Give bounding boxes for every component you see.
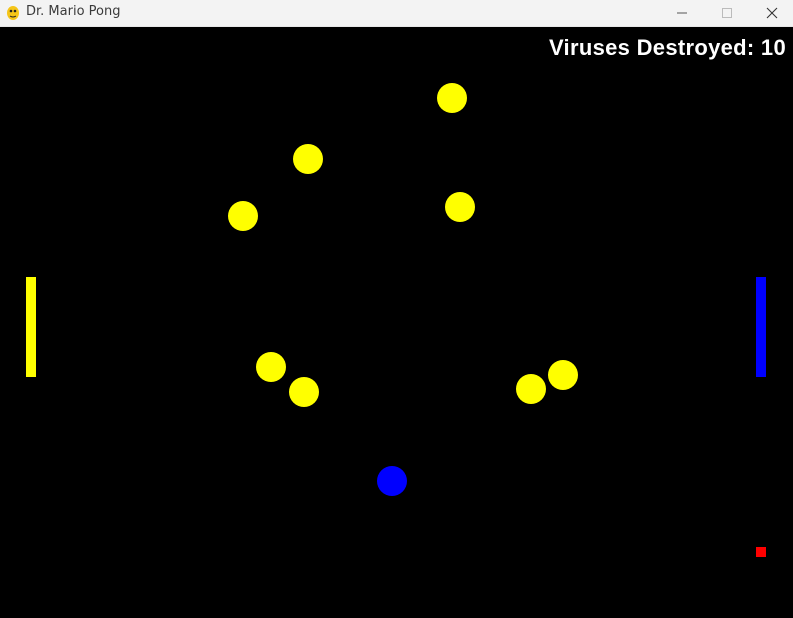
virus <box>293 144 323 174</box>
python-snake-icon <box>7 6 19 20</box>
virus <box>548 360 578 390</box>
virus <box>445 192 475 222</box>
virus <box>256 352 286 382</box>
right-paddle <box>756 277 766 377</box>
minimize-icon <box>677 12 687 14</box>
maximize-icon <box>722 8 732 18</box>
virus <box>228 201 258 231</box>
pill <box>756 547 766 557</box>
left-paddle <box>26 277 36 377</box>
close-button[interactable] <box>749 0 793 26</box>
game-window: Dr. Mario Pong Viruses Destroyed: 10 <box>0 0 793 618</box>
game-canvas[interactable]: Viruses Destroyed: 10 <box>0 27 793 618</box>
title-bar[interactable]: Dr. Mario Pong <box>0 0 793 27</box>
minimize-button[interactable] <box>659 0 705 26</box>
close-icon <box>766 7 778 19</box>
virus <box>289 377 319 407</box>
virus <box>516 374 546 404</box>
ball <box>377 466 407 496</box>
maximize-button[interactable] <box>704 0 750 26</box>
window-title: Dr. Mario Pong <box>26 4 121 19</box>
virus <box>437 83 467 113</box>
score-label: Viruses Destroyed: 10 <box>548 35 786 60</box>
